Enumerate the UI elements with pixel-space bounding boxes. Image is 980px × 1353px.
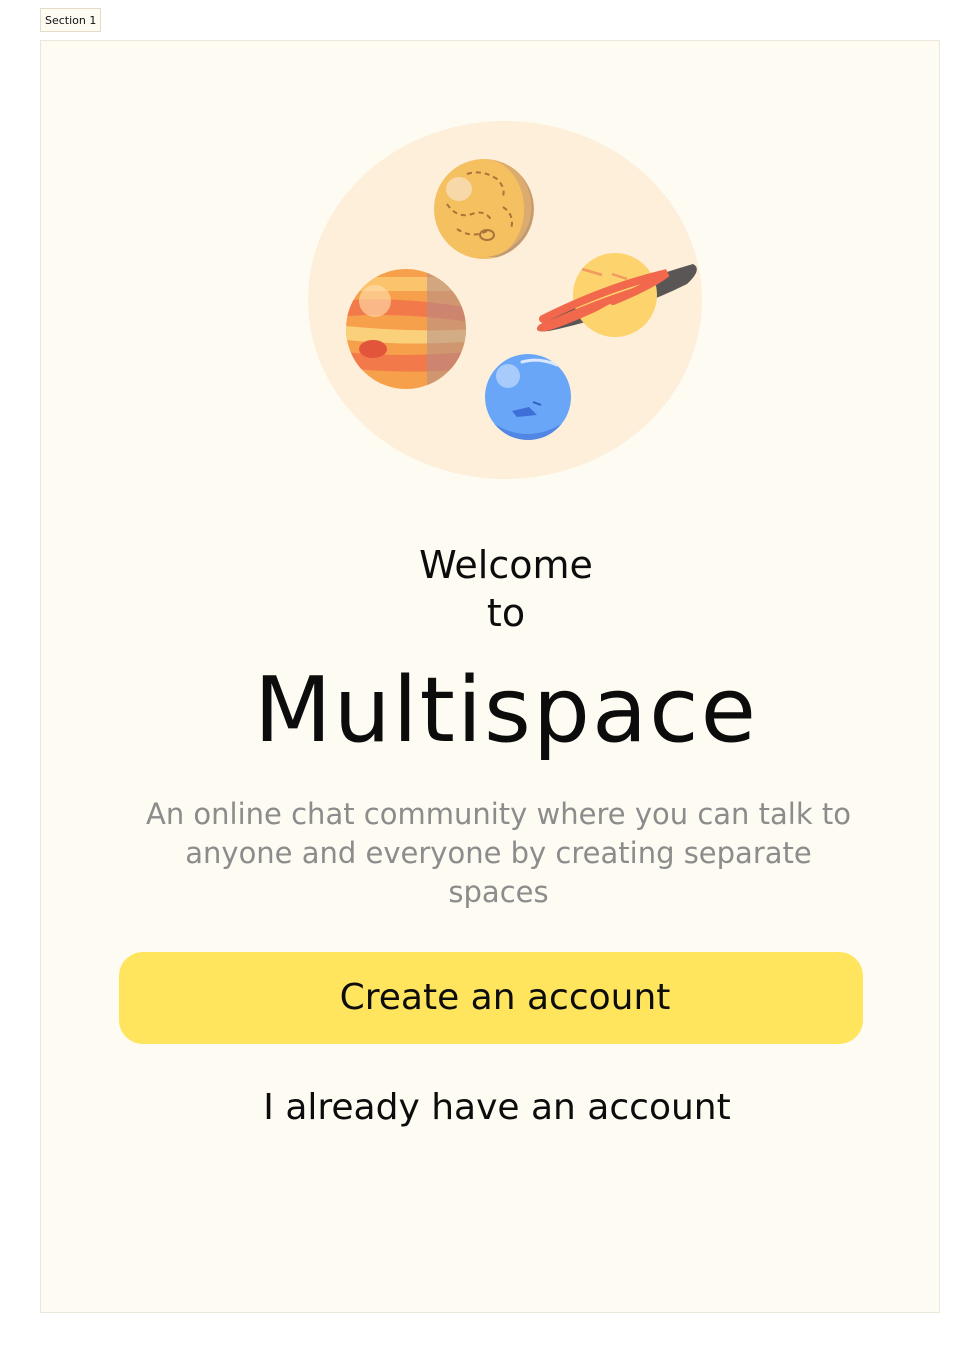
welcome-line-1: Welcome <box>419 543 593 587</box>
welcome-line-2: to <box>486 591 526 635</box>
app-title: Multispace <box>253 658 758 763</box>
welcome-heading: Welcome to <box>73 541 939 637</box>
create-account-button[interactable]: Create an account <box>119 952 863 1044</box>
welcome-screen: Welcome to Multispace An online chat com… <box>40 40 940 1313</box>
venus-planet <box>434 159 534 259</box>
planets-illustration <box>308 121 702 479</box>
app-tagline: An online chat community where you can t… <box>146 797 851 909</box>
section-label: Section 1 <box>40 8 102 32</box>
login-link[interactable]: I already have an account <box>55 1083 939 1133</box>
